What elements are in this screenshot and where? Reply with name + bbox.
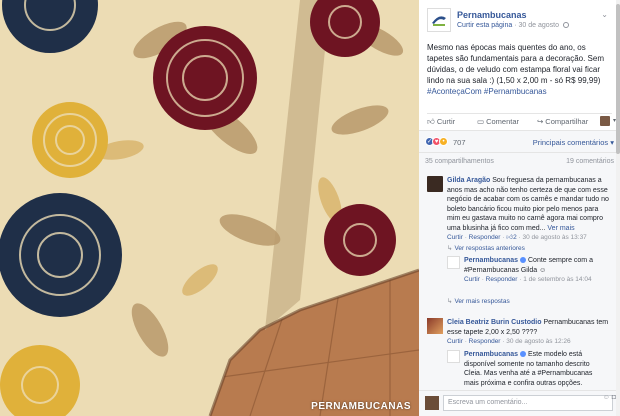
share-button[interactable]: ↪ Compartilhar <box>537 117 588 126</box>
reply-arrow-icon: ↳ <box>447 245 453 252</box>
post-hashtags[interactable]: #AconteçaCom #Pernambucanas <box>427 87 547 96</box>
reactions-row: ✓ ♥ • 707 Principais comentários ▾ <box>419 130 620 152</box>
current-user-avatar <box>425 396 439 410</box>
post-header: Pernambucanas Curtir esta página · 30 de… <box>427 8 612 36</box>
post-actions: 👍︎ Curtir ▭ Comentar ↪ Compartilhar ▾ <box>427 113 616 129</box>
comment-input-placeholder: Escreva um comentário... <box>448 399 528 406</box>
comment-time[interactable]: 30 de agosto às 12:26 <box>506 338 570 345</box>
reply-reply-link[interactable]: Responder <box>486 276 518 283</box>
acting-as-avatar[interactable] <box>600 116 610 126</box>
comments-list: Gilda Aragão Sou freguesa da pernambucan… <box>419 170 616 390</box>
comment-like-count[interactable]: 2 <box>513 234 517 241</box>
scrollbar[interactable] <box>616 0 620 416</box>
comment-time[interactable]: 30 de agosto às 13:37 <box>522 234 586 241</box>
comment-like-link[interactable]: Curtir <box>447 234 463 241</box>
comment-sort-label: Principais comentários <box>532 138 609 147</box>
brand-watermark: PERNAMBUCANAS <box>311 401 411 412</box>
caret-down-icon: ▾ <box>610 138 614 147</box>
thumbs-up-icon: 👍︎ <box>427 117 435 126</box>
like-button[interactable]: 👍︎ Curtir <box>427 117 455 127</box>
view-more-replies-link[interactable]: ↳ Ver mais respostas <box>447 297 510 305</box>
comment-input-icons: ☺ ◘ <box>603 394 616 401</box>
view-previous-replies-link[interactable]: ↳ Ver respostas anteriores <box>447 244 525 252</box>
comment-like-link[interactable]: Curtir <box>447 338 463 345</box>
comment-reply-link[interactable]: Responder <box>469 234 501 241</box>
comment-sort-dropdown[interactable]: Principais comentários ▾ <box>533 138 614 147</box>
view-previous-replies-label: Ver respostas anteriores <box>454 245 525 252</box>
page-name-link[interactable]: Pernambucanas <box>457 10 527 20</box>
post-body: Mesmo nas épocas mais quentes do ano, os… <box>427 43 604 85</box>
like-page-link[interactable]: Curtir esta página <box>457 22 512 29</box>
comment-reply-link[interactable]: Responder <box>469 338 501 345</box>
comment-meta: Curtir · Responder · 👍︎2 · 30 de agosto … <box>447 234 587 241</box>
reaction-count[interactable]: 707 <box>453 138 466 147</box>
reply-author[interactable]: Pernambucanas <box>464 351 518 358</box>
comment-text: Sou freguesa da pernambucanas a anos mas… <box>447 177 609 232</box>
commenter-avatar[interactable] <box>427 318 443 334</box>
share-arrow-icon: ↪ <box>537 117 544 126</box>
comment-body: Cleia Beatriz Burin Custodio Pernambucan… <box>447 318 609 347</box>
reply-body: Pernambucanas Este modelo está disponíve… <box>464 350 599 388</box>
reaction-icons[interactable]: ✓ ♥ • <box>425 137 448 146</box>
post-meta: Curtir esta página · 30 de agosto <box>457 22 569 29</box>
reply-time[interactable]: 1 de setembro às 14:04 <box>523 276 591 283</box>
emoji-icon[interactable]: ☺ <box>603 394 610 401</box>
share-label: Compartilhar <box>545 117 589 126</box>
comment-meta: Curtir · Responder · 30 de agosto às 12:… <box>447 338 571 345</box>
commenter-avatar[interactable] <box>427 176 443 192</box>
post-text: Mesmo nas épocas mais quentes do ano, os… <box>427 42 612 97</box>
globe-icon <box>562 22 569 29</box>
post-panel: Pernambucanas Curtir esta página · 30 de… <box>419 0 620 416</box>
verified-badge-icon <box>520 257 527 264</box>
comment-author[interactable]: Cleia Beatriz Burin Custodio <box>447 319 542 326</box>
speech-bubble-icon: ▭ <box>477 117 485 126</box>
shares-count[interactable]: 35 compartilhamentos <box>425 158 494 165</box>
verified-badge-icon <box>520 351 527 358</box>
smile-emoji-icon: ☺ <box>539 266 547 274</box>
brand-logo-icon <box>432 16 446 26</box>
reply-like-link[interactable]: Curtir <box>464 276 480 283</box>
comments-count: 19 comentários <box>566 158 614 165</box>
comment-author[interactable]: Gilda Aragão <box>447 177 490 184</box>
chevron-down-icon[interactable]: ⌄ <box>601 10 608 19</box>
reply-meta: Curtir · Responder · 1 de setembro às 14… <box>464 276 592 283</box>
page-reply-avatar[interactable] <box>447 256 460 269</box>
rug-photo-image <box>0 0 419 416</box>
comment-body: Gilda Aragão Sou freguesa da pernambucan… <box>447 176 609 243</box>
scrollbar-thumb[interactable] <box>616 4 620 154</box>
post-photo[interactable]: PERNAMBUCANAS <box>0 0 419 416</box>
stats-row: 35 compartilhamentos 19 comentários <box>419 152 620 170</box>
page-reply-avatar[interactable] <box>447 350 460 363</box>
wow-reaction-icon: • <box>439 137 448 146</box>
like-label: Curtir <box>436 117 456 126</box>
view-more-replies-label: Ver mais respostas <box>454 298 510 305</box>
post-date[interactable]: 30 de agosto <box>519 22 559 29</box>
comment-label: Comentar <box>486 117 520 126</box>
comment-button[interactable]: ▭ Comentar <box>477 117 519 126</box>
reply-author[interactable]: Pernambucanas <box>464 257 518 264</box>
write-comment-row: Escreva um comentário... ☺ ◘ <box>419 390 620 416</box>
reply-arrow-icon: ↳ <box>447 298 453 305</box>
reply-body: Pernambucanas Conte sempre com a #Pernam… <box>464 256 594 285</box>
comment-input[interactable]: Escreva um comentário... <box>443 395 613 411</box>
see-more-link[interactable]: Ver mais <box>547 225 574 232</box>
page-avatar[interactable] <box>427 8 451 32</box>
